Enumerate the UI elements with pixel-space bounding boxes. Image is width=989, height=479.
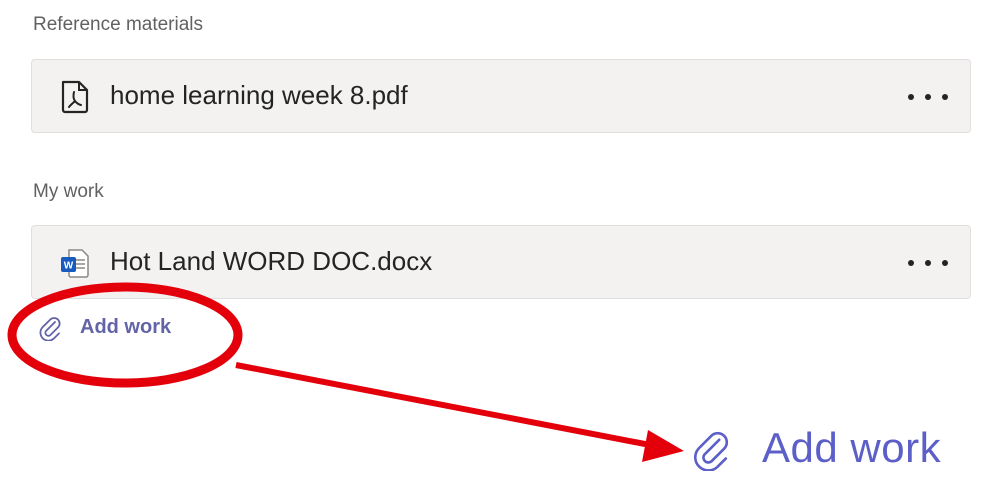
ellipsis-icon [908, 260, 914, 266]
zoomed-add-work: Add work [690, 424, 941, 472]
zoomed-add-work-label: Add work [762, 424, 942, 471]
paperclip-icon [39, 317, 61, 341]
add-work-label[interactable]: Add work [80, 316, 171, 339]
ellipsis-icon [908, 94, 914, 100]
svg-text:W: W [64, 261, 74, 272]
reference-file-name[interactable]: home learning week 8.pdf [110, 80, 408, 111]
my-work-file-name[interactable]: Hot Land WORD DOC.docx [110, 246, 432, 277]
more-options-button[interactable] [908, 250, 948, 276]
more-options-button[interactable] [908, 84, 948, 110]
add-work-button[interactable]: Add work [38, 313, 171, 341]
reference-file-card[interactable]: home learning week 8.pdf [31, 59, 971, 133]
my-work-file-card[interactable]: W Hot Land WORD DOC.docx [31, 225, 971, 299]
callout-arrow-line [235, 362, 651, 448]
paperclip-icon [694, 431, 729, 471]
reference-materials-heading: Reference materials [33, 14, 204, 35]
word-file-icon: W [61, 249, 89, 278]
pdf-file-icon [61, 80, 89, 114]
callout-arrow-head [642, 430, 684, 462]
my-work-heading: My work [33, 181, 104, 202]
